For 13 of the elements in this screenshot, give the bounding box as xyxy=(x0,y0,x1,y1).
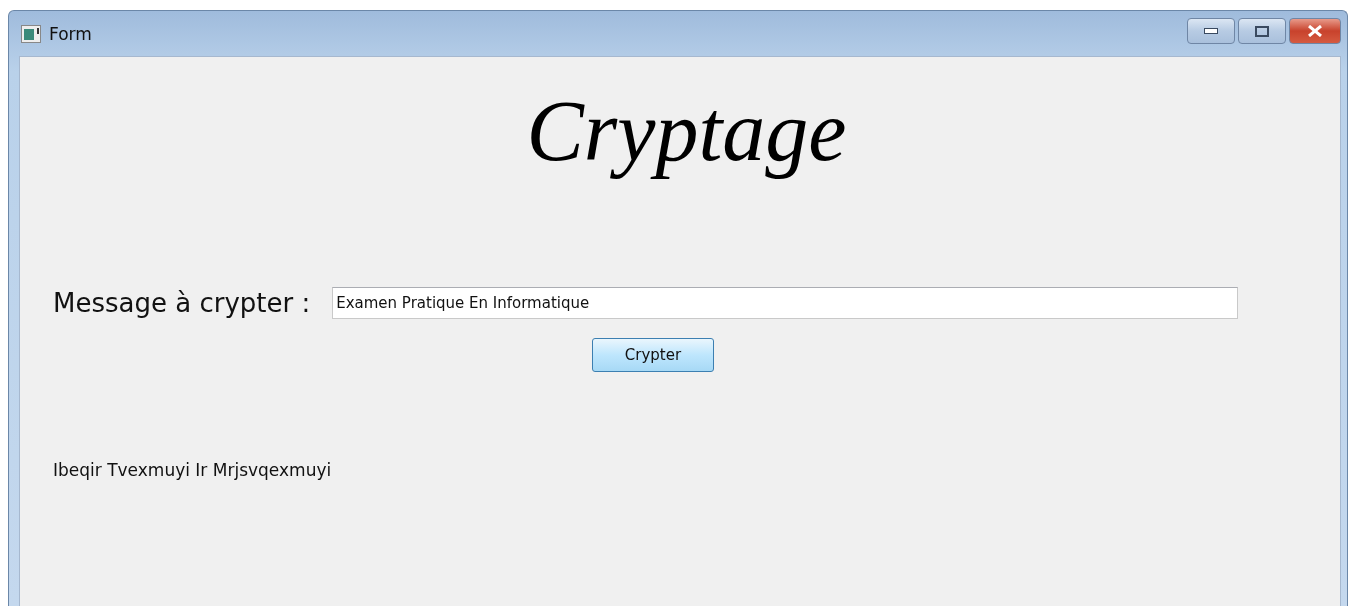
message-label: Message à crypter : xyxy=(53,288,311,318)
minimize-icon xyxy=(1204,28,1218,34)
close-icon xyxy=(1307,25,1323,37)
form-heading: Cryptage xyxy=(526,82,847,181)
message-input[interactable]: Examen Pratique En Informatique xyxy=(332,287,1239,319)
close-button[interactable] xyxy=(1289,18,1341,44)
maximize-icon xyxy=(1255,25,1269,37)
maximize-button[interactable] xyxy=(1238,18,1286,44)
crypter-button[interactable]: Crypter xyxy=(592,338,714,372)
window-title: Form xyxy=(49,23,93,44)
minimize-button[interactable] xyxy=(1187,18,1235,44)
encrypted-result: Ibeqir Tvexmuyi Ir Mrjsvqexmuyi xyxy=(53,460,333,480)
app-icon xyxy=(21,24,41,43)
